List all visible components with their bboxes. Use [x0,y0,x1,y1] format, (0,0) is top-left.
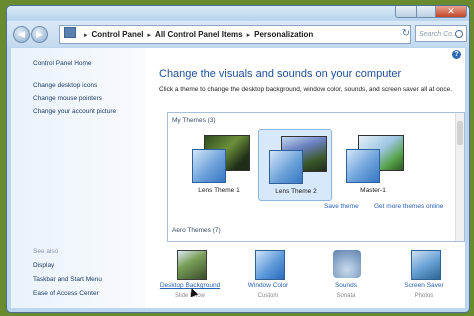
desktop-background-icon [177,250,207,280]
theme-window-pane [346,149,380,183]
option-value: Photos [414,293,434,299]
sidebar-link-ease-of-access[interactable]: Ease of Access Center [33,290,99,297]
sounds-icon [333,250,361,278]
minimize-button[interactable] [395,6,417,18]
sounds-option[interactable]: Sounds Sonata [307,246,385,308]
theme-name: Lens Theme 2 [275,188,317,195]
close-button[interactable]: ✕ [435,6,467,18]
scrollbar-thumb[interactable] [457,121,463,145]
control-panel-icon [64,27,76,38]
sidebar-link-account-picture[interactable]: Change your account picture [33,108,116,115]
window-color-icon [255,250,285,280]
theme-tile-lens-2[interactable]: Lens Theme 2 [258,129,332,201]
page-description: Click a theme to change the desktop back… [159,86,453,93]
screen-saver-option[interactable]: Screen Saver Photos [385,246,463,308]
breadcrumb-control-panel[interactable]: Control Panel [92,30,144,39]
theme-window-pane [192,149,226,183]
theme-window-pane [269,150,303,184]
get-more-themes-link[interactable]: Get more themes online [374,203,443,210]
personalization-window: ✕ ◀ ▶ ▸ Control Panel ▸ All Control Panel I… [6,5,470,313]
option-value: Custom [257,293,279,299]
search-input[interactable]: Search Co... [415,25,467,42]
option-label[interactable]: Window Color [229,282,307,289]
refresh-icon[interactable]: ↻ [399,25,413,42]
title-bar: ✕ [7,6,469,20]
sidebar-link-desktop-icons[interactable]: Change desktop icons [33,82,97,89]
sidebar: Control Panel Home Change desktop icons … [11,48,145,308]
theme-list: My Themes (3) Lens Theme 1 Lens Theme 2 [167,112,465,242]
option-value: Sonata [336,293,356,299]
theme-preview [346,135,404,183]
theme-preview [192,135,250,183]
sidebar-link-taskbar[interactable]: Taskbar and Start Menu [33,276,102,283]
back-button[interactable]: ◀ [13,26,30,43]
help-icon[interactable]: ? [452,50,461,59]
search-placeholder: Search Co... [419,31,458,38]
save-theme-link[interactable]: Save theme [324,203,359,210]
forward-button[interactable]: ▶ [31,26,48,43]
breadcrumb-all-items[interactable]: All Control Panel Items [155,30,243,39]
aero-themes-label: Aero Themes (7) [172,227,221,234]
theme-tile-master-1[interactable]: Master-1 [336,129,410,201]
sidebar-link-mouse-pointers[interactable]: Change mouse pointers [33,95,102,102]
theme-tile-lens-1[interactable]: Lens Theme 1 [182,129,256,201]
theme-name: Lens Theme 1 [198,187,240,194]
search-icon [455,30,463,38]
personalization-options: Desktop Background Slide Show Window Col… [145,246,465,308]
navigation-bar: ◀ ▶ ▸ Control Panel ▸ All Control Panel Ite… [7,21,469,47]
breadcrumb-personalization[interactable]: Personalization [254,30,313,39]
sidebar-link-home[interactable]: Control Panel Home [33,60,92,67]
screen-saver-icon [411,250,441,280]
my-themes-label: My Themes (3) [172,117,216,124]
theme-list-scrollbar[interactable] [455,113,464,241]
maximize-button[interactable] [416,6,436,18]
see-also-heading: See also [33,248,59,255]
theme-name: Master-1 [360,187,386,194]
option-label[interactable]: Screen Saver [385,282,463,289]
content-area: Control Panel Home Change desktop icons … [11,48,465,308]
option-label[interactable]: Sounds [307,282,385,289]
window-color-option[interactable]: Window Color Custom [229,246,307,308]
sidebar-link-display[interactable]: Display [33,262,54,269]
desktop-background-option[interactable]: Desktop Background Slide Show [151,246,229,308]
page-title: Change the visuals and sounds on your co… [159,68,402,80]
theme-preview [269,136,327,184]
main-panel: ? Change the visuals and sounds on your … [145,48,465,308]
address-bar[interactable]: ▸ Control Panel ▸ All Control Panel Items ▸ P… [59,25,411,44]
